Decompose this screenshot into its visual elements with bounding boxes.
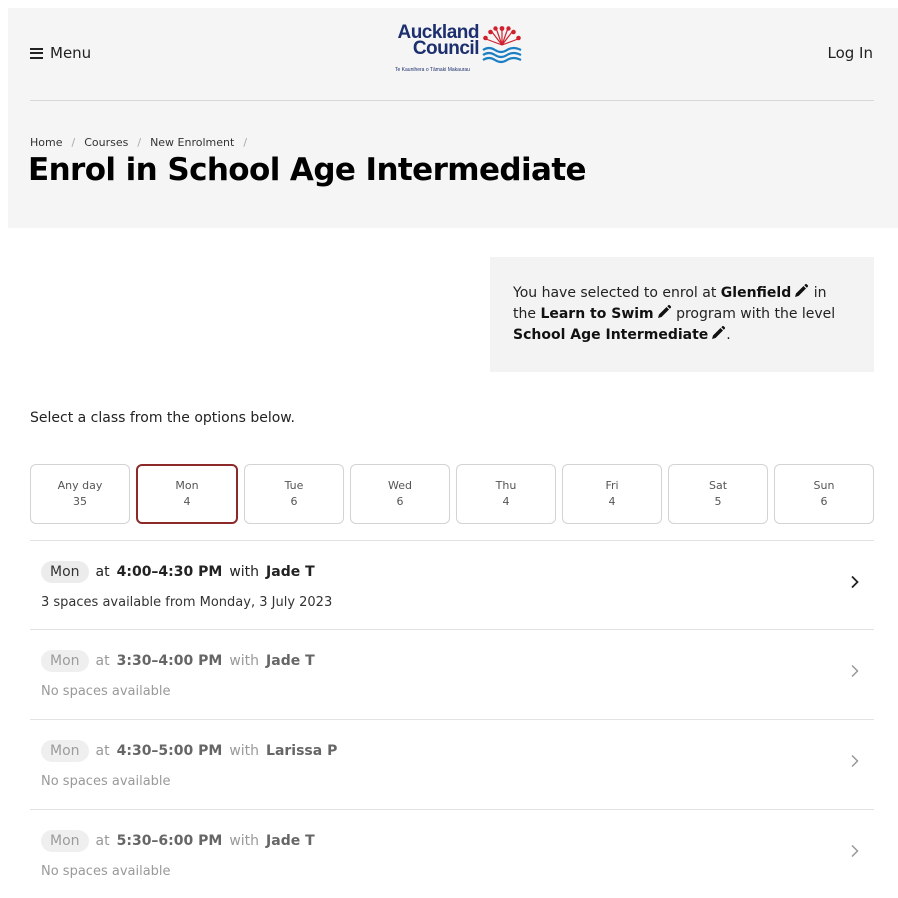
day-tab-label: Tue (284, 479, 304, 492)
class-day-pill: Mon (41, 740, 89, 762)
day-tab-count: 4 (608, 495, 616, 508)
menu-button[interactable]: Menu (30, 44, 91, 62)
summary-text: . (726, 327, 731, 343)
class-instructor: Jade T (266, 564, 315, 580)
logo-tagline: Te Kaunihera o Tāmaki Makaurau (395, 67, 470, 73)
log-in-link[interactable]: Log In (828, 44, 874, 62)
breadcrumb-home[interactable]: Home (30, 136, 62, 149)
day-tab-count: 4 (183, 495, 191, 508)
day-tab-label: Sat (708, 479, 728, 492)
chevron-right-icon (851, 664, 859, 678)
header-divider (30, 100, 874, 101)
class-availability: No spaces available (41, 684, 171, 699)
class-with-text: with (229, 564, 260, 580)
class-instructor: Jade T (266, 653, 315, 669)
class-instruction: Select a class from the options below. (30, 410, 295, 426)
day-tab-label: Any day (57, 479, 103, 492)
day-tab-sun[interactable]: Sun 6 (774, 464, 874, 524)
class-time: 5:30–6:00 PM (116, 833, 223, 849)
breadcrumb-separator: / (243, 136, 248, 149)
class-availability: No spaces available (41, 864, 171, 879)
breadcrumb-courses[interactable]: Courses (84, 136, 128, 149)
class-option[interactable]: Mon at 4:30–5:00 PM with Larissa P No sp… (30, 720, 874, 808)
day-tab-count: 5 (714, 495, 722, 508)
breadcrumb-separator: / (137, 136, 142, 149)
day-tab-label: Mon (175, 479, 199, 492)
class-option[interactable]: Mon at 3:30–4:00 PM with Jade T No space… (30, 630, 874, 718)
class-time: 4:00–4:30 PM (116, 564, 223, 580)
day-tab-mon[interactable]: Mon 4 (136, 464, 238, 524)
day-tab-wed[interactable]: Wed 6 (350, 464, 450, 524)
class-day-pill: Mon (41, 830, 89, 852)
class-summary: Mon at 4:00–4:30 PM with Jade T (41, 561, 315, 583)
logo-wordmark: Auckland Council (397, 22, 479, 59)
class-day-pill: Mon (41, 650, 89, 672)
class-day-pill: Mon (41, 561, 89, 583)
class-instructor: Larissa P (266, 743, 338, 759)
class-instructor: Jade T (266, 833, 315, 849)
selected-level: School Age Intermediate (513, 327, 709, 343)
class-option[interactable]: Mon at 4:00–4:30 PM with Jade T 3 spaces… (30, 541, 874, 629)
day-tab-fri[interactable]: Fri 4 (562, 464, 662, 524)
class-summary: Mon at 5:30–6:00 PM with Jade T (41, 830, 315, 852)
chevron-right-icon (851, 844, 859, 858)
day-tab-count: 6 (396, 495, 404, 508)
class-availability: No spaces available (41, 774, 171, 789)
day-tab-label: Thu (495, 479, 517, 492)
class-at-text: at (95, 833, 110, 849)
class-time: 4:30–5:00 PM (116, 743, 223, 759)
summary-text: program with the level (671, 306, 836, 322)
day-tab-label: Fri (605, 479, 619, 492)
selected-location: Glenfield (720, 285, 792, 301)
day-tab-any[interactable]: Any day 35 (30, 464, 130, 524)
summary-text: You have selected to enrol at (513, 285, 721, 301)
breadcrumb-separator: / (71, 136, 76, 149)
day-tab-count: 6 (290, 495, 298, 508)
pohutukawa-flower-icon (482, 26, 522, 64)
class-summary: Mon at 3:30–4:00 PM with Jade T (41, 650, 315, 672)
class-availability: 3 spaces available from Monday, 3 July 2… (41, 595, 333, 610)
day-tab-tue[interactable]: Tue 6 (244, 464, 344, 524)
class-with-text: with (229, 653, 260, 669)
class-with-text: with (229, 743, 260, 759)
edit-level-pencil-icon[interactable] (710, 325, 726, 341)
class-time: 3:30–4:00 PM (116, 653, 223, 669)
class-at-text: at (95, 564, 110, 580)
day-tab-count: 4 (502, 495, 510, 508)
edit-location-pencil-icon[interactable] (793, 283, 809, 299)
page-title: Enrol in School Age Intermediate (28, 152, 587, 188)
day-tab-thu[interactable]: Thu 4 (456, 464, 556, 524)
day-filter-tabs: Any day 35 Mon 4 Tue 6 Wed 6 Thu 4 Fri 4… (30, 464, 874, 524)
day-tab-sat[interactable]: Sat 5 (668, 464, 768, 524)
class-option[interactable]: Mon at 5:30–6:00 PM with Jade T No space… (30, 810, 874, 898)
selection-summary: You have selected to enrol at Glenfield … (490, 257, 874, 372)
day-tab-count: 35 (73, 495, 87, 508)
menu-icon (30, 47, 43, 59)
menu-label: Menu (50, 44, 92, 62)
auckland-council-logo[interactable]: Auckland Council Te Kaunihera o Tāmaki M… (395, 22, 525, 80)
class-with-text: with (229, 833, 260, 849)
class-at-text: at (95, 653, 110, 669)
edit-program-pencil-icon[interactable] (656, 304, 672, 320)
class-at-text: at (95, 743, 110, 759)
breadcrumb-new-enrolment[interactable]: New Enrolment (150, 136, 234, 149)
breadcrumb: Home / Courses / New Enrolment / (30, 136, 247, 149)
chevron-right-icon (851, 575, 859, 589)
day-tab-label: Wed (388, 479, 412, 492)
chevron-right-icon (851, 754, 859, 768)
class-summary: Mon at 4:30–5:00 PM with Larissa P (41, 740, 337, 762)
selected-program: Learn to Swim (540, 306, 654, 322)
day-tab-count: 6 (820, 495, 828, 508)
day-tab-label: Sun (813, 479, 835, 492)
